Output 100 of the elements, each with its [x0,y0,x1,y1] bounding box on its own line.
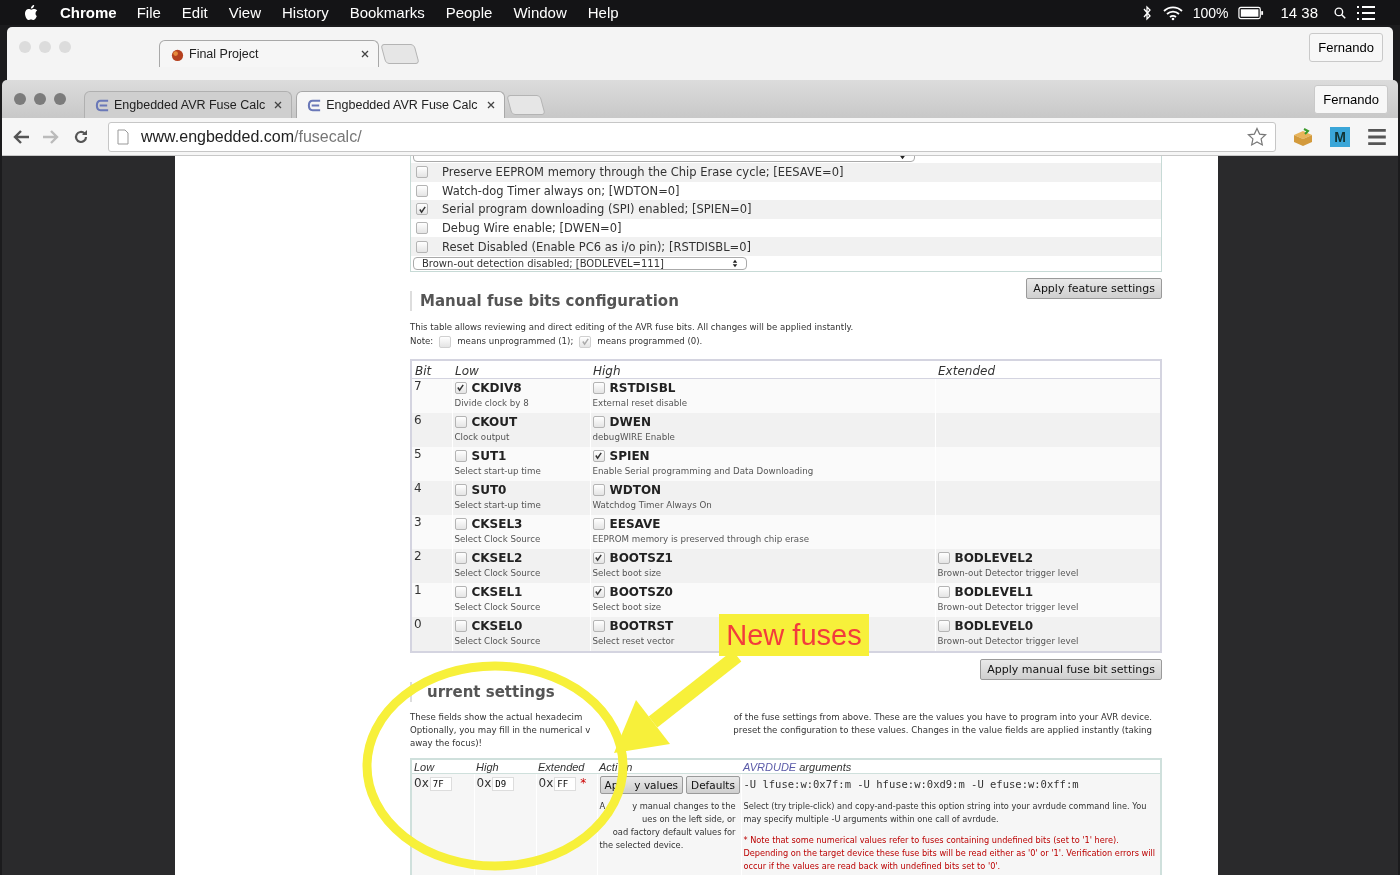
hex-input-field[interactable]: D9 [492,776,515,791]
checkbox[interactable] [592,483,605,496]
bit-number: 3 [414,514,422,529]
hex-prefix: 0x [414,775,429,790]
minimize-light[interactable] [34,93,46,105]
checkbox[interactable] [937,619,950,632]
extension-button[interactable]: M [1330,126,1350,147]
checkbox[interactable] [592,381,605,394]
box-icon[interactable] [1292,126,1314,147]
clock-time[interactable]: 14 38 [1280,4,1318,21]
checkbox[interactable] [592,415,605,428]
hex-input-field[interactable]: 7F [429,776,452,791]
checkbox[interactable] [416,203,428,216]
checkbox[interactable] [416,240,428,253]
menu-item[interactable]: People [445,4,493,21]
wifi-icon[interactable] [1162,4,1183,21]
checkbox[interactable] [592,551,605,564]
checkbox[interactable] [592,585,605,598]
fuse-name: DWEN [609,414,651,429]
fuse-description: Select boot size [592,567,663,578]
checkbox[interactable] [937,585,950,598]
column-header: AVRDUDE arguments [743,760,852,773]
back-arrow-icon[interactable] [12,128,30,145]
close-icon[interactable] [273,100,284,110]
checkbox[interactable] [454,585,467,598]
new-tab-button[interactable] [380,44,420,64]
close-icon[interactable] [485,100,496,110]
menu-item[interactable]: History [281,4,329,21]
minimize-light[interactable] [39,41,51,53]
avrdude-arguments[interactable]: -U lfuse:w:0x7f:m -U hfuse:w:0xd9:m -U efuse:w:0xff:m [743,777,1158,790]
fuse-description: Brown-out Detector trigger level [937,567,1080,578]
fuse-name: BOOTSZ1 [609,550,673,565]
menu-item[interactable]: Edit [181,4,208,21]
fuse-name: SPIEN [609,448,650,463]
menu-item[interactable]: View [228,4,261,21]
fuse-description: Divide clock by 8 [454,397,530,408]
description-text: of the fuse settings from above. These are the values you have to program into your AVR device. [733,710,1152,724]
browser-tab[interactable]: Final Project [159,40,379,67]
menu-item[interactable]: Help [587,4,619,21]
checkbox[interactable] [454,415,467,428]
browser-tab[interactable]: Engbedded AVR Fuse Calc [84,91,293,118]
profile-button[interactable]: Fernando [1314,84,1388,114]
hex-input-field[interactable]: FF [554,776,577,791]
checkbox[interactable] [937,551,950,564]
checkbox[interactable] [454,551,467,564]
bit-number: 6 [414,412,422,427]
annotation-label: New fuses [719,614,869,656]
action-button[interactable]: Defaults [686,775,740,794]
bit-number: 1 [414,582,422,597]
checkbox[interactable] [454,483,467,496]
checkbox[interactable] [454,449,467,462]
checkbox[interactable] [416,222,428,235]
menu-item[interactable]: File [136,4,161,21]
fuse-description: Select boot size [592,601,663,612]
star-icon[interactable] [1247,126,1267,147]
checkbox[interactable] [454,381,467,394]
profile-button[interactable]: Fernando [1309,32,1383,62]
fuse-name: BOOTRST [609,618,674,633]
address-bar[interactable]: www.engbedded.com/fusecalc/ [108,121,1276,152]
updown-arrows-icon [731,258,738,268]
bit-number: 5 [414,446,422,461]
bit-number: 4 [414,480,422,495]
menu-icon[interactable] [1366,126,1388,147]
dropdown[interactable]: Brown-out detection disabled; [BODLEVEL=111] [413,256,747,270]
forward-arrow-icon[interactable] [42,128,60,145]
description-text: These fields show the actual hexadecim [410,710,583,724]
checkbox[interactable] [416,184,428,197]
fuse-description: Enable Serial programming and Data Downloading [592,465,815,476]
close-light[interactable] [14,93,26,105]
apply-manual-fuse-button[interactable]: Apply manual fuse bit settings [980,658,1162,680]
checkbox[interactable] [416,166,428,179]
battery-icon[interactable] [1238,5,1265,20]
close-light[interactable] [19,41,31,53]
checkbox[interactable] [454,619,467,632]
checkbox[interactable] [592,517,605,530]
apple-icon[interactable] [24,4,38,21]
zoom-light[interactable] [54,93,66,105]
battery-percent: 100% [1192,4,1229,21]
fuse-description: Select start-up time [454,465,542,476]
fuse-name: CKDIV8 [471,380,522,395]
reload-icon[interactable] [72,128,90,145]
bit-number: 2 [414,548,422,563]
checkbox[interactable] [454,517,467,530]
column-header: Low [455,363,479,378]
description-text: Optionally, you may fill in the numerical v [410,723,591,737]
checkbox[interactable] [592,619,605,632]
column-header: Bit [415,363,432,378]
required-mark: * [580,775,587,790]
fuse-name: RSTDISBL [609,380,676,395]
fuse-name: SUT1 [471,448,507,463]
checkbox[interactable] [592,449,605,462]
zoom-light[interactable] [59,41,71,53]
menu-item[interactable]: Window [513,4,567,21]
close-icon[interactable] [360,49,370,59]
bit-number: 0 [414,616,422,631]
browser-tab[interactable]: Engbedded AVR Fuse Calc [296,91,505,118]
list-icon[interactable] [1356,4,1376,21]
menu-item[interactable]: Bookmarks [349,4,425,21]
app-menu[interactable]: Chrome [60,4,117,21]
fuse-description: Brown-out Detector trigger level [937,635,1080,646]
